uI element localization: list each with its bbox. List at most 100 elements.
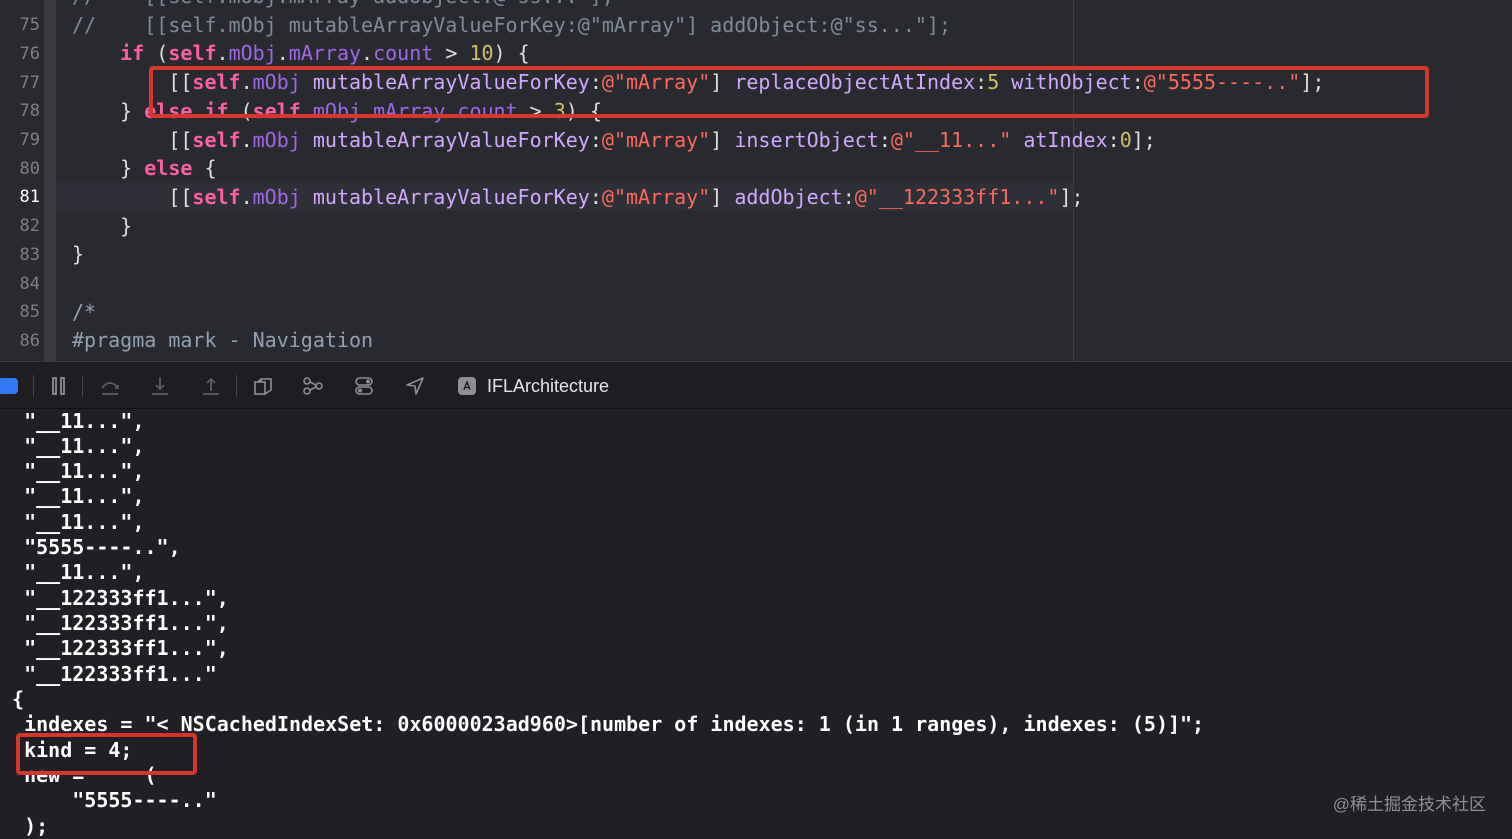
punct: .	[276, 41, 289, 65]
debug-console[interactable]: "__11...", "__11...", "__11...", "__11..…	[0, 409, 1512, 839]
console-line: "__11...",	[0, 510, 145, 534]
comment-text: [[self.mObj mutableArrayValueForKey:@"mA…	[96, 13, 952, 37]
gutter-change-bar	[44, 0, 56, 361]
string-literal: @"mArray"	[601, 185, 711, 209]
number-literal: 10	[469, 41, 494, 65]
line-number: 82	[19, 216, 40, 236]
code-line-83: }	[72, 242, 85, 266]
punct: ];	[1059, 185, 1084, 209]
console-line: "__11...",	[0, 484, 145, 508]
console-line: "__122333ff1..."	[0, 662, 217, 686]
operator: >	[433, 41, 470, 65]
code-line-85: /*	[72, 300, 97, 324]
console-line: "5555----.."	[0, 788, 217, 812]
line-number-current: 81	[19, 187, 40, 207]
property-count: count	[373, 41, 434, 65]
line-number: 75	[19, 15, 40, 35]
keyword-else: else	[144, 156, 193, 180]
string-literal: @"__122333ff1..."	[854, 185, 1060, 209]
code-line-82: }	[72, 214, 133, 238]
line-number: 86	[19, 331, 40, 351]
code-line-partial: // [[self.mObj.mArray addObject:@"ss..."…	[72, 0, 614, 10]
string-literal: @"__11..."	[890, 128, 1012, 152]
line-number: 78	[19, 101, 40, 121]
highlight-box-replace-call	[149, 66, 1429, 118]
keyword-self: self	[168, 41, 217, 65]
punct: .	[361, 41, 374, 65]
method-name: insertObject	[734, 128, 879, 152]
line-number: 77	[19, 73, 40, 93]
location-icon[interactable]	[401, 372, 429, 400]
method-name: mutableArrayValueForKey	[312, 185, 590, 209]
toolbar-separator	[82, 375, 83, 397]
watermark: @稀土掘金技术社区	[1332, 795, 1486, 814]
memory-graph-icon[interactable]	[299, 372, 327, 400]
punct: [[	[168, 128, 193, 152]
method-name: addObject	[734, 185, 843, 209]
punct: .	[216, 41, 229, 65]
toolbar-separator	[33, 375, 34, 397]
step-over-icon[interactable]	[96, 372, 124, 400]
punct: {	[192, 156, 217, 180]
console-line: "__122333ff1...",	[0, 611, 229, 635]
console-line: "__11...",	[0, 560, 145, 584]
punct: .	[240, 185, 253, 209]
breakpoints-toggle-button[interactable]	[0, 378, 18, 394]
punct: [[	[168, 185, 193, 209]
punct: ]	[710, 185, 735, 209]
code-line-79: [[self.mObj mutableArrayValueForKey: @"mA…	[72, 126, 1156, 154]
code-line-76: if (self.mObj.mArray.count > 10) {	[72, 39, 530, 67]
property-mObj: mObj	[252, 185, 301, 209]
console-line: "__122333ff1...",	[0, 636, 229, 660]
property-mObj: mObj	[252, 128, 301, 152]
punct: :	[878, 128, 891, 152]
brace: }	[120, 99, 145, 123]
view-hierarchy-icon[interactable]	[249, 372, 277, 400]
console-line: {	[0, 687, 25, 711]
pause-icon[interactable]	[45, 372, 73, 400]
method-name: atIndex	[1023, 128, 1108, 152]
method-name: mutableArrayValueForKey	[312, 128, 590, 152]
toolbar-separator	[236, 375, 237, 397]
punct: .	[240, 128, 253, 152]
source-editor[interactable]: 75 76 77 78 79 80 81 82 83 84 85 86 // […	[0, 0, 1512, 361]
console-line: );	[0, 814, 49, 838]
process-target-name[interactable]: IFLArchitecture	[487, 374, 609, 398]
step-into-icon[interactable]	[146, 372, 174, 400]
punct: :	[842, 185, 855, 209]
console-line: "__11...",	[0, 459, 145, 483]
keyword-if: if	[120, 41, 145, 65]
brace: }	[120, 156, 145, 180]
code-line-81: [[self.mObj mutableArrayValueForKey:@"mA…	[72, 183, 1084, 211]
punct: ];	[1131, 128, 1156, 152]
line-number: 79	[19, 130, 40, 150]
console-line: "__11...",	[0, 409, 145, 433]
property-mArray: mArray	[288, 41, 362, 65]
string-literal: @"mArray"	[601, 128, 711, 152]
environment-overrides-icon[interactable]	[350, 372, 378, 400]
punct: ) {	[493, 41, 530, 65]
line-number: 83	[19, 245, 40, 265]
highlight-box-kind	[16, 733, 197, 775]
keyword-self: self	[192, 128, 241, 152]
property-mObj: mObj	[228, 41, 277, 65]
debug-bar: IFLArchitecture	[0, 361, 1512, 409]
step-out-icon[interactable]	[197, 372, 225, 400]
page-guide-line	[1073, 0, 1074, 361]
line-number: 84	[19, 274, 40, 294]
code-line-80: } else {	[72, 154, 217, 182]
line-number-gutter: 75 76 77 78 79 80 81 82 83 84 85 86	[0, 0, 56, 361]
punct: ]	[710, 128, 735, 152]
line-number: 80	[19, 159, 40, 179]
comment-slashes: //	[72, 13, 97, 37]
app-target-icon	[458, 377, 476, 395]
punct: (	[144, 41, 169, 65]
console-line: "__122333ff1...",	[0, 586, 229, 610]
